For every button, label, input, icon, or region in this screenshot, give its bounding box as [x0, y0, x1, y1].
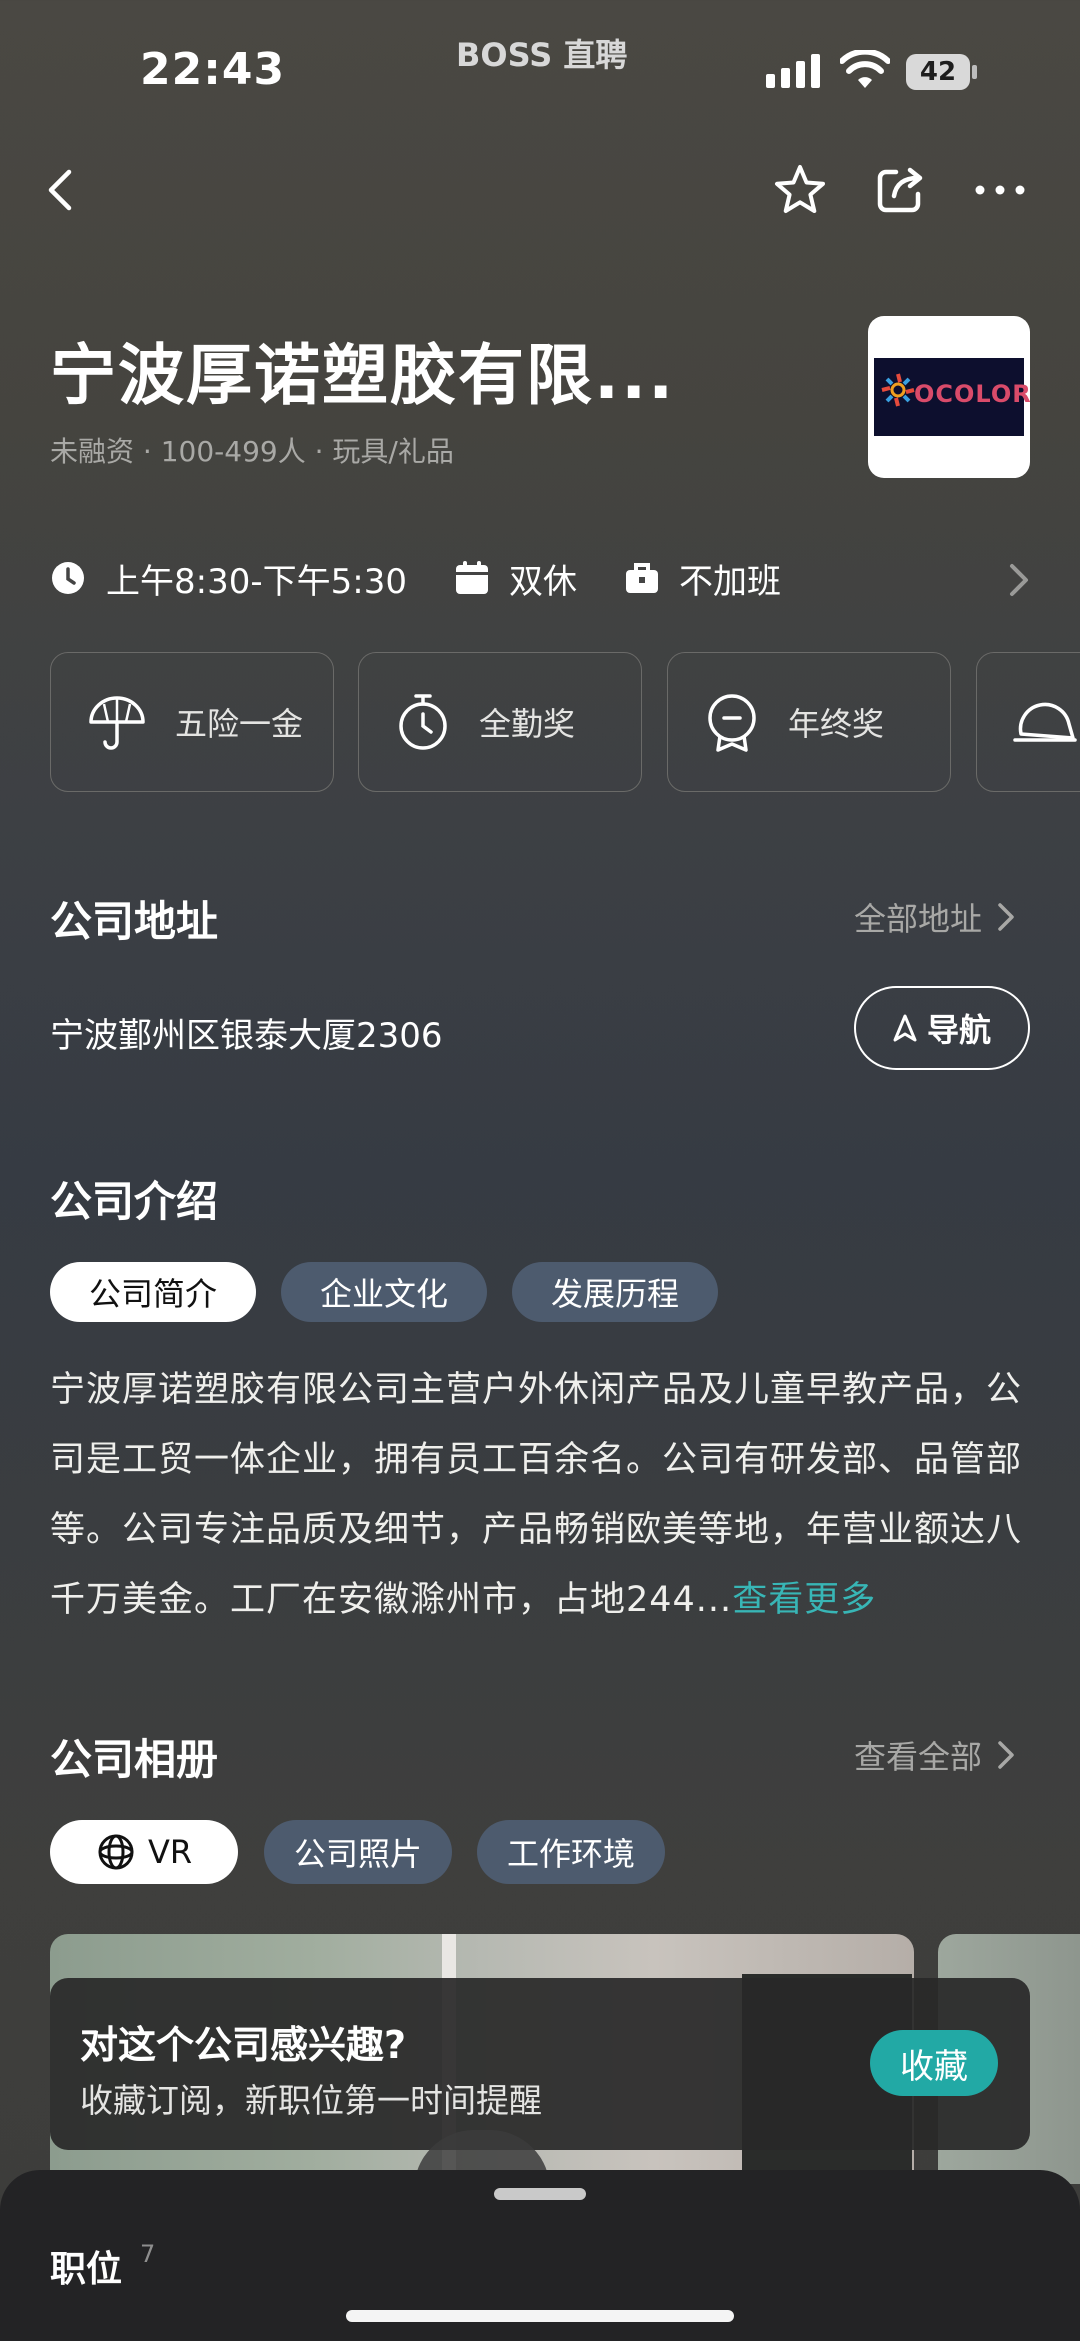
- work-hours-text: 上午8:30-下午5:30: [106, 561, 407, 602]
- signal-icon: [766, 54, 820, 88]
- work-hours: 上午8:30-下午5:30: [50, 554, 407, 603]
- address-section-title: 公司地址: [50, 897, 219, 946]
- navigation-arrow-icon: [893, 1014, 917, 1042]
- benefit-insurance[interactable]: 五险一金: [50, 652, 334, 792]
- share-icon: [877, 167, 923, 213]
- tab-vr[interactable]: VR: [50, 1820, 238, 1884]
- jobs-count: 7: [140, 2240, 156, 2268]
- view-all-label: 查看全部: [854, 1738, 983, 1776]
- app-name: BOSS 直聘: [456, 36, 628, 74]
- battery-level: 42: [906, 54, 970, 90]
- benefit-more[interactable]: [976, 652, 1080, 792]
- back-button[interactable]: [30, 160, 90, 220]
- collect-button[interactable]: 收藏: [870, 2030, 998, 2096]
- view-more-link[interactable]: 查看更多: [732, 1580, 876, 1620]
- view-all-album-link[interactable]: 查看全部: [854, 1732, 1016, 1778]
- subscribe-title: 对这个公司感兴趣?: [80, 2023, 407, 2067]
- company-meta: 未融资 · 100-499人 · 玩具/礼品: [50, 435, 454, 468]
- subscribe-subtitle: 收藏订阅，新职位第一时间提醒: [80, 2081, 542, 2120]
- more-button[interactable]: [970, 160, 1030, 220]
- all-addresses-label: 全部地址: [854, 900, 983, 938]
- status-time: 22:43: [140, 44, 286, 95]
- share-button[interactable]: [870, 160, 930, 220]
- umbrella-icon: [89, 696, 145, 750]
- clock-icon: [52, 562, 84, 594]
- home-indicator[interactable]: [346, 2310, 734, 2322]
- chevron-right-icon: [998, 903, 1014, 931]
- overtime: 不加班: [625, 554, 781, 603]
- tab-work-environment[interactable]: 工作环境: [477, 1820, 665, 1884]
- vr-globe-icon: [98, 1834, 134, 1870]
- logo-swirl-icon: [881, 373, 915, 407]
- chevron-left-icon: [48, 169, 72, 211]
- benefit-label: 全勤奖: [479, 705, 576, 743]
- company-logo[interactable]: OCOLOR: [868, 316, 1030, 478]
- stopwatch-icon: [399, 694, 447, 750]
- wifi-icon: [840, 50, 890, 88]
- hat-icon: [1013, 702, 1077, 742]
- more-icon: [975, 185, 1025, 195]
- tab-company-culture[interactable]: 企业文化: [281, 1262, 487, 1322]
- battery-indicator: 42: [906, 54, 978, 90]
- intro-section-title: 公司介绍: [50, 1177, 219, 1226]
- chevron-right-icon[interactable]: [1006, 562, 1032, 598]
- star-icon: [775, 165, 825, 213]
- tab-development-history[interactable]: 发展历程: [512, 1262, 718, 1322]
- briefcase-icon: [625, 563, 658, 593]
- company-intro-text: 宁波厚诺塑胶有限公司主营户外休闲产品及儿童早教产品，公司是工贸一体企业，拥有员工…: [50, 1355, 1040, 1635]
- company-address: 宁波鄞州区银泰大厦2306: [50, 1016, 443, 1056]
- logo-text: OCOLOR: [914, 380, 1030, 408]
- all-addresses-link[interactable]: 全部地址: [854, 894, 1016, 940]
- benefit-label: 年终奖: [788, 705, 885, 743]
- favorite-button[interactable]: [770, 160, 830, 220]
- sheet-handle[interactable]: [494, 2188, 586, 2200]
- navigate-button[interactable]: 导航: [854, 986, 1030, 1070]
- rest-days: 双休: [455, 554, 577, 603]
- benefit-bonus[interactable]: 年终奖: [667, 652, 951, 792]
- medal-icon: [708, 694, 756, 752]
- tab-vr-label: VR: [147, 1833, 193, 1871]
- tab-company-photos[interactable]: 公司照片: [264, 1820, 452, 1884]
- album-section-title: 公司相册: [50, 1735, 219, 1784]
- intro-body: 宁波厚诺塑胶有限公司主营户外休闲产品及儿童早教产品，公司是工贸一体企业，拥有员工…: [50, 1370, 1023, 1620]
- work-info-row[interactable]: 上午8:30-下午5:30 双休 不加班: [50, 553, 829, 603]
- jobs-label: 职位: [50, 2249, 123, 2290]
- calendar-icon: [455, 561, 488, 594]
- tab-company-profile[interactable]: 公司简介: [50, 1262, 256, 1322]
- rest-days-text: 双休: [508, 561, 577, 602]
- benefit-label: 五险一金: [175, 705, 304, 743]
- navigate-label: 导航: [926, 1011, 991, 1049]
- overtime-text: 不加班: [678, 561, 781, 602]
- subscribe-banner: 对这个公司感兴趣? 收藏订阅，新职位第一时间提醒 收藏: [50, 1978, 1030, 2150]
- chevron-right-icon: [998, 1741, 1014, 1769]
- benefit-attendance[interactable]: 全勤奖: [358, 652, 642, 792]
- company-name: 宁波厚诺塑胶有限...: [50, 337, 676, 414]
